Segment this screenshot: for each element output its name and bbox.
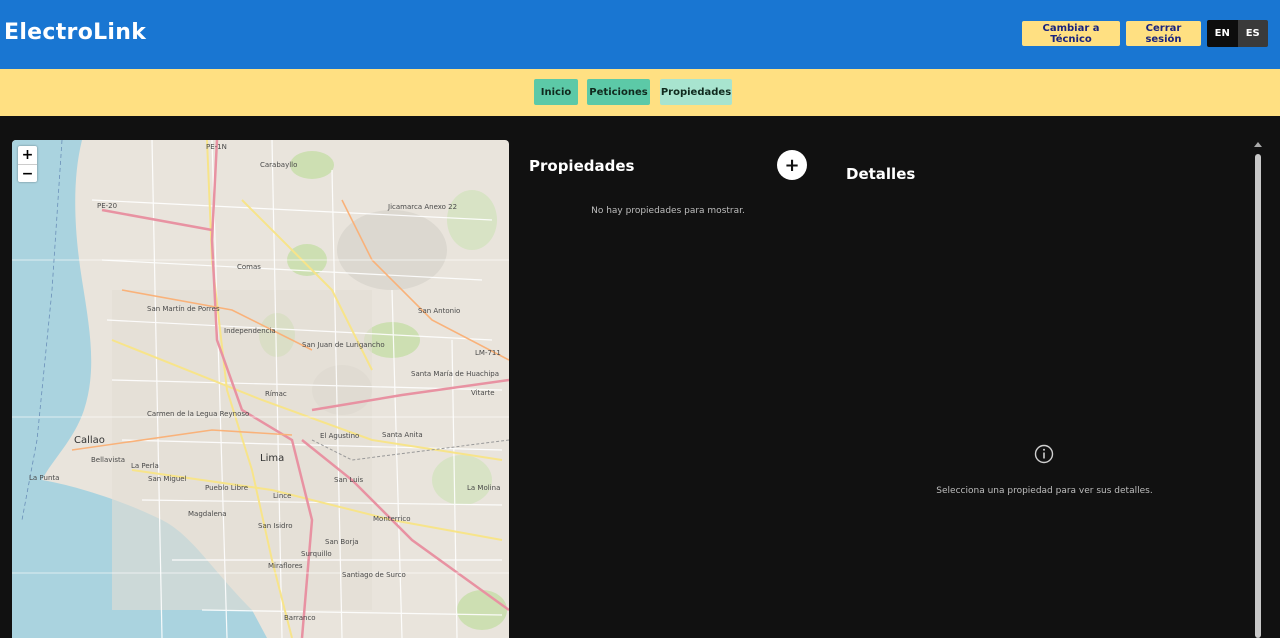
map-label: Comas <box>237 263 261 271</box>
properties-title: Propiedades <box>529 157 635 175</box>
zoom-in-button[interactable]: + <box>18 146 37 164</box>
map-label: San Luis <box>334 476 364 484</box>
map-label: San Isidro <box>258 522 293 530</box>
map-label: Monterrico <box>373 515 411 523</box>
properties-map[interactable]: + − PE-1N Carabayllo PE-20 Jicamarca Ane… <box>12 140 509 638</box>
scroll-up-arrow-icon[interactable] <box>1254 142 1262 147</box>
map-tiles <box>12 140 509 638</box>
zoom-out-button[interactable]: − <box>18 164 37 182</box>
map-label: Santiago de Surco <box>342 571 406 579</box>
nav-propiedades[interactable]: Propiedades <box>660 79 732 105</box>
nav-inicio[interactable]: Inicio <box>534 79 578 105</box>
map-label: San Borja <box>325 538 359 546</box>
map-label: PE-1N <box>206 143 227 151</box>
map-label: Independencia <box>224 327 276 335</box>
map-label: PE-20 <box>97 202 118 210</box>
map-label: Santa Anita <box>382 431 423 439</box>
map-label: San Juan de Lurigancho <box>302 341 385 349</box>
details-empty-message: Selecciona una propiedad para ver sus de… <box>936 486 1153 496</box>
info-icon <box>1034 444 1054 464</box>
map-zoom-control: + − <box>18 146 37 182</box>
lang-es-button[interactable]: ES <box>1237 20 1268 47</box>
switch-to-technician-button[interactable]: Cambiar a Técnico <box>1022 21 1120 46</box>
map-label: Jicamarca Anexo 22 <box>388 203 458 211</box>
map-label: Lince <box>273 492 292 500</box>
map-label: Miraflores <box>268 562 303 570</box>
map-label: San Miguel <box>148 475 187 483</box>
map-label: Vitarte <box>471 389 495 397</box>
map-label: Barranco <box>284 614 316 622</box>
map-label: Pueblo Libre <box>205 484 249 492</box>
map-label: San Martín de Porres <box>147 305 220 313</box>
details-title: Detalles <box>846 165 916 183</box>
map-label: Bellavista <box>91 456 126 464</box>
page-scrollbar[interactable] <box>1253 140 1263 638</box>
properties-empty-message: No hay propiedades para mostrar. <box>591 206 745 216</box>
brand-logo[interactable]: ElectroLink <box>4 20 146 45</box>
map-label: San Antonio <box>418 307 461 315</box>
map-label: Magdalena <box>188 510 227 518</box>
map-label: LM-711 <box>475 349 501 357</box>
map-label: Rímac <box>265 390 287 398</box>
app-header: ElectroLink Cambiar a Técnico Cerrar ses… <box>0 0 1280 69</box>
map-label: Carmen de la Legua Reynoso <box>147 410 250 418</box>
lang-en-button[interactable]: EN <box>1207 20 1238 47</box>
map-label: Callao <box>74 435 105 446</box>
map-label: Surquillo <box>301 550 332 558</box>
map-label: Carabayllo <box>260 161 298 169</box>
language-switcher: EN ES <box>1207 20 1268 47</box>
map-label: La Molina <box>467 484 501 492</box>
map-label: El Agustino <box>320 432 360 440</box>
map-label: Lima <box>260 453 285 464</box>
add-property-button[interactable]: + <box>777 150 807 180</box>
main-nav: Inicio Peticiones Propiedades <box>0 69 1280 116</box>
logout-button[interactable]: Cerrar sesión <box>1126 21 1201 46</box>
map-label: Santa María de Huachipa <box>411 370 500 378</box>
scrollbar-thumb[interactable] <box>1255 154 1261 638</box>
map-label: La Punta <box>29 474 60 482</box>
map-label: La Perla <box>131 462 159 470</box>
nav-peticiones[interactable]: Peticiones <box>587 79 650 105</box>
